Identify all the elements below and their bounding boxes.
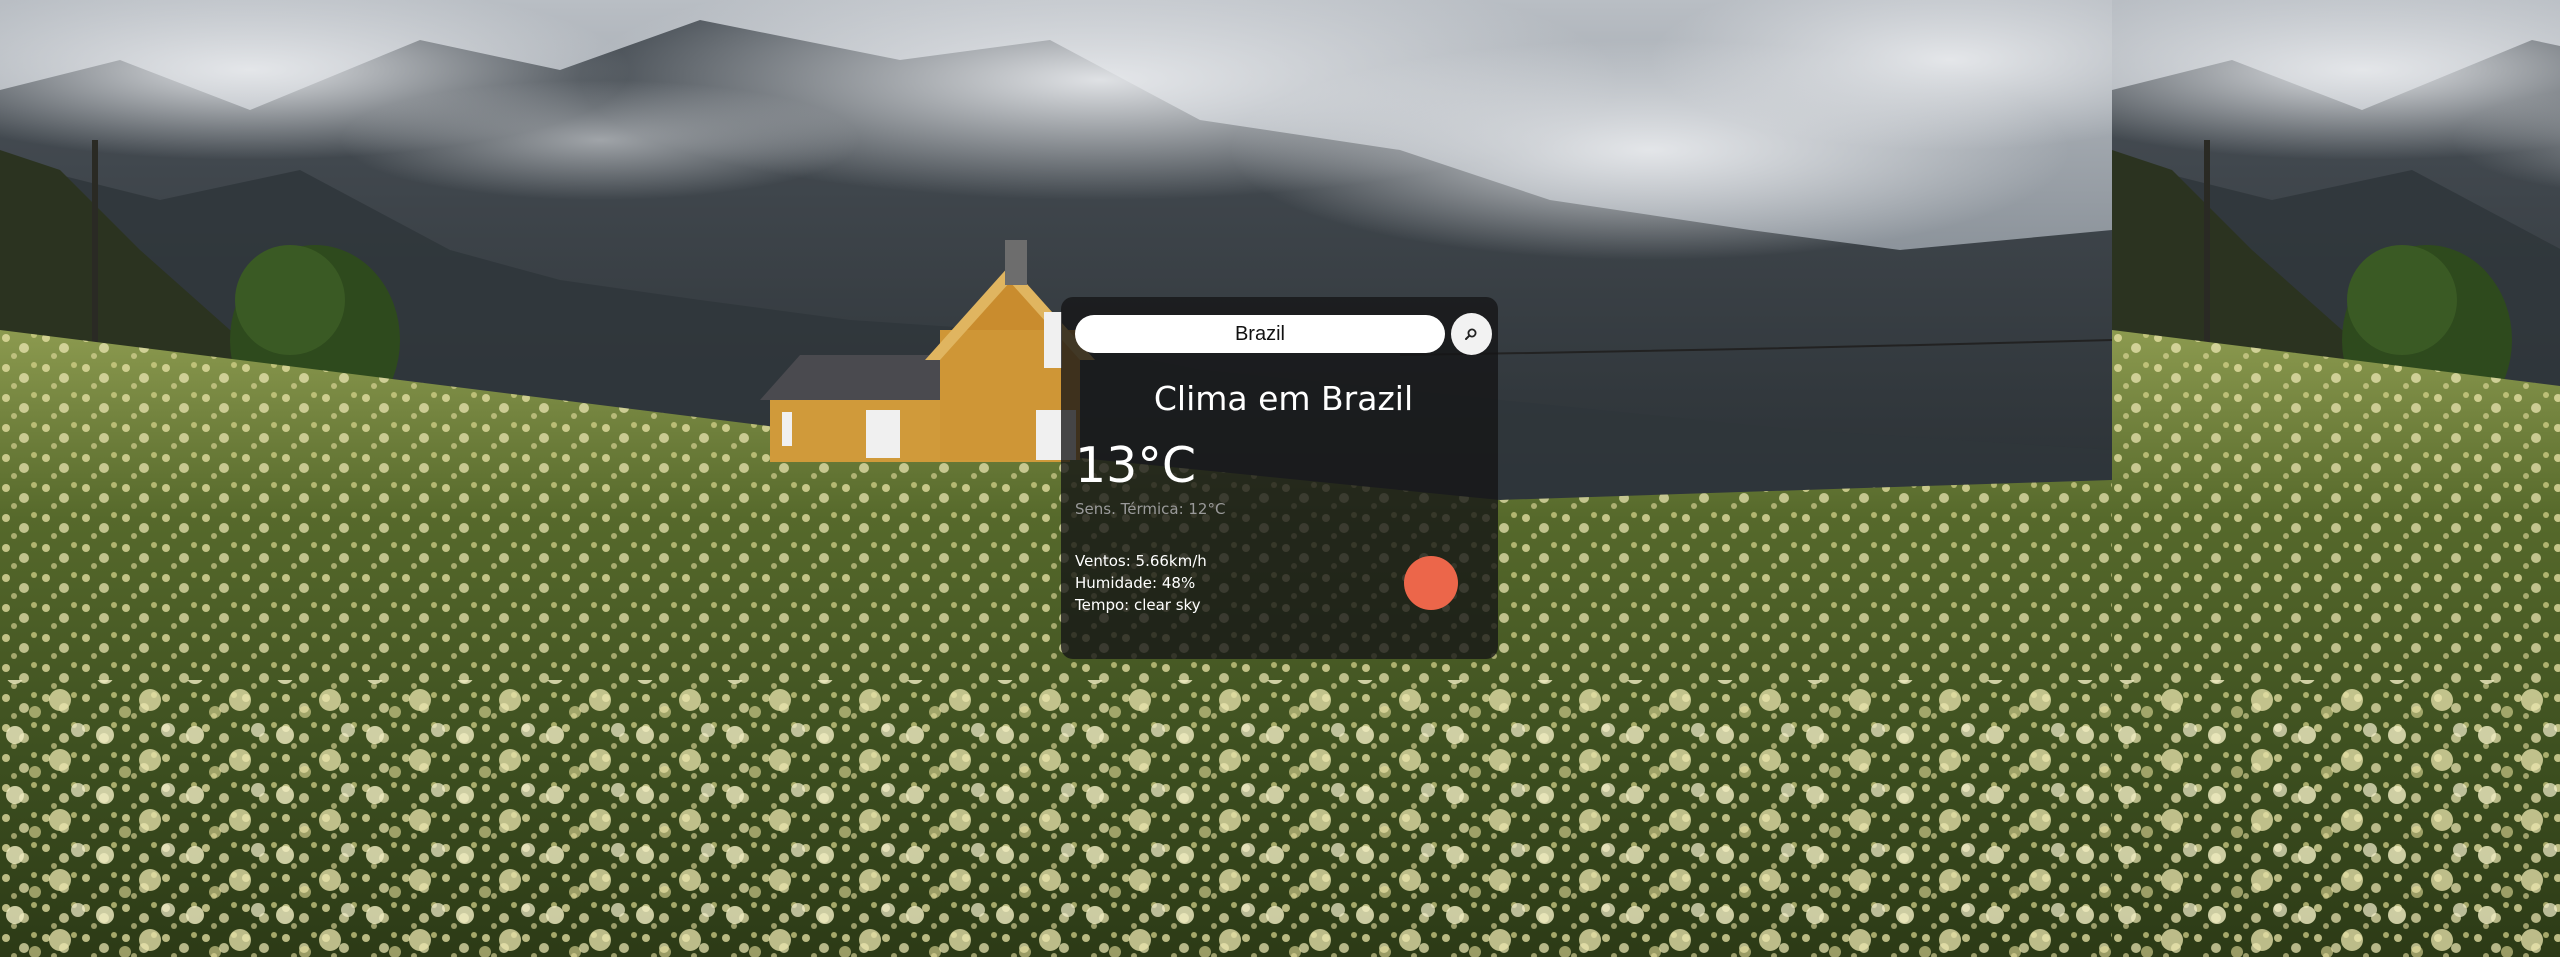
weather-details-row: Ventos: 5.66km/h Humidade: 48% Tempo: cl… — [1075, 552, 1492, 614]
search-icon — [1465, 328, 1477, 340]
weather-card: Clima em Brazil 13°C Sens. Térmica: 12°C… — [1061, 297, 1498, 659]
city-title: Clima em Brazil — [1153, 379, 1414, 418]
landscape-tile — [0, 0, 2112, 957]
temperature: 13°C — [1075, 437, 1197, 494]
search-button[interactable] — [1450, 313, 1492, 355]
weather-details: Ventos: 5.66km/h Humidade: 48% Tempo: cl… — [1075, 552, 1207, 614]
wind-speed: Ventos: 5.66km/h — [1075, 552, 1207, 570]
sun-icon — [1404, 556, 1458, 610]
feels-like: Sens. Térmica: 12°C — [1075, 500, 1226, 518]
weather-condition: Tempo: clear sky — [1075, 596, 1201, 614]
city-search-input[interactable] — [1075, 315, 1445, 353]
landscape-tile-repeat — [2112, 0, 2560, 957]
search-bar — [1075, 313, 1492, 355]
humidity: Humidade: 48% — [1075, 574, 1196, 592]
